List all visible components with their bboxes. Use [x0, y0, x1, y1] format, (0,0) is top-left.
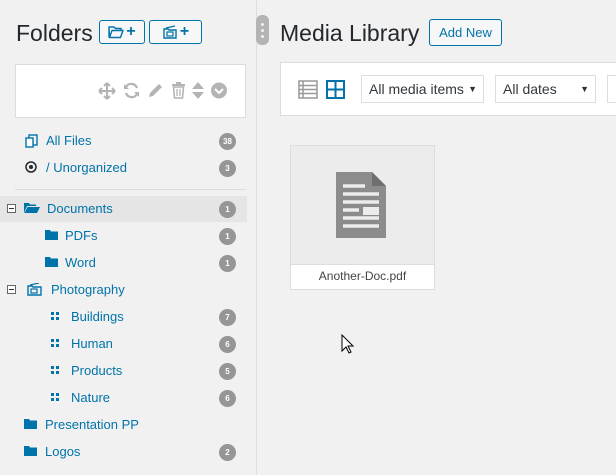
folder-label: Word — [65, 255, 96, 270]
list-view-icon[interactable] — [298, 80, 318, 99]
gallery-grid-icon — [51, 339, 59, 347]
gallery-item-nature[interactable]: Nature 6 — [0, 385, 247, 411]
folder-label: PDFs — [65, 228, 98, 243]
grid-view-icon[interactable] — [326, 80, 345, 99]
count-badge: 5 — [219, 363, 236, 380]
refresh-icon[interactable] — [123, 82, 140, 99]
add-new-button[interactable]: Add New — [429, 19, 502, 46]
all-files-item[interactable]: All Files 38 — [0, 128, 247, 154]
files-icon — [25, 134, 38, 148]
gallery-grid-icon — [51, 366, 59, 374]
folder-label: Logos — [45, 444, 81, 459]
folders-title: Folders — [16, 20, 93, 46]
folder-open-icon — [108, 25, 125, 39]
folder-item-photography[interactable]: Photography — [0, 277, 247, 303]
document-icon — [336, 172, 386, 238]
folder-item-pdfs[interactable]: PDFs 1 — [0, 223, 247, 249]
attachment-filename: Another-Doc.pdf — [291, 264, 434, 289]
attachment-tile[interactable]: Another-Doc.pdf — [290, 145, 435, 290]
plus-icon: + — [179, 23, 190, 40]
plus-icon: + — [126, 23, 136, 40]
folder-label: Photography — [51, 282, 125, 297]
folder-icon — [24, 418, 37, 429]
bulk-select-button[interactable] — [607, 75, 616, 103]
dropdown-caret-icon: ▼ — [580, 84, 589, 94]
target-icon — [25, 161, 37, 173]
count-badge: 1 — [219, 255, 236, 272]
count-badge: 7 — [219, 309, 236, 326]
media-type-filter-value: All media items — [369, 81, 464, 97]
folder-item-presentation-pp[interactable]: Presentation PP — [0, 412, 247, 438]
folder-label: Human — [71, 336, 113, 351]
count-badge: 2 — [219, 444, 236, 461]
gallery-item-buildings[interactable]: Buildings 7 — [0, 304, 247, 330]
gallery-folder-icon — [162, 25, 178, 39]
count-badge: 1 — [219, 201, 236, 218]
folder-item-word[interactable]: Word 1 — [0, 250, 247, 276]
chevron-down-circle-icon[interactable] — [211, 82, 227, 99]
folder-label: Nature — [71, 390, 111, 405]
count-badge: 6 — [219, 336, 236, 353]
trash-icon[interactable] — [171, 82, 186, 99]
count-badge: 3 — [219, 160, 236, 177]
collapse-toggle[interactable] — [7, 204, 16, 213]
gallery-item-human[interactable]: Human 6 — [0, 331, 247, 357]
splitter-handle[interactable] — [256, 15, 269, 45]
unorganized-item[interactable]: / Unorganized 3 — [0, 155, 247, 181]
folder-item-documents[interactable]: Documents 1 — [0, 196, 247, 222]
folder-label: Products — [71, 363, 123, 378]
dropdown-caret-icon: ▼ — [468, 84, 477, 94]
date-filter-value: All dates — [503, 81, 557, 97]
sort-icon[interactable] — [192, 82, 204, 99]
gallery-grid-icon — [51, 393, 59, 401]
mouse-pointer-icon — [341, 334, 355, 354]
add-gallery-button[interactable]: + — [149, 20, 202, 44]
date-filter[interactable]: All dates ▼ — [495, 75, 596, 103]
media-type-filter[interactable]: All media items ▼ — [361, 75, 484, 103]
folder-icon — [45, 256, 58, 267]
folder-label: Buildings — [71, 309, 124, 324]
add-folder-button[interactable]: + — [99, 20, 145, 44]
collapse-toggle[interactable] — [7, 285, 16, 294]
move-icon[interactable] — [98, 82, 116, 100]
count-badge: 1 — [219, 228, 236, 245]
tree-divider — [15, 189, 246, 190]
gallery-grid-icon — [51, 312, 59, 320]
folder-label: Presentation PP — [45, 417, 139, 432]
gallery-item-products[interactable]: Products 5 — [0, 358, 247, 384]
gallery-folder-icon — [27, 283, 42, 296]
count-badge: 6 — [219, 390, 236, 407]
page-title: Media Library — [280, 20, 420, 46]
all-files-label: All Files — [46, 133, 92, 148]
edit-icon[interactable] — [147, 82, 163, 99]
folder-icon — [45, 229, 58, 240]
open-folder-icon — [24, 202, 40, 214]
count-badge: 38 — [219, 133, 236, 150]
unorganized-label: / Unorganized — [46, 160, 127, 175]
folder-item-logos[interactable]: Logos 2 — [0, 439, 247, 465]
folder-label: Documents — [47, 201, 113, 216]
panel-splitter[interactable] — [256, 0, 257, 475]
folder-icon — [24, 445, 37, 456]
folder-toolbar — [15, 64, 246, 118]
